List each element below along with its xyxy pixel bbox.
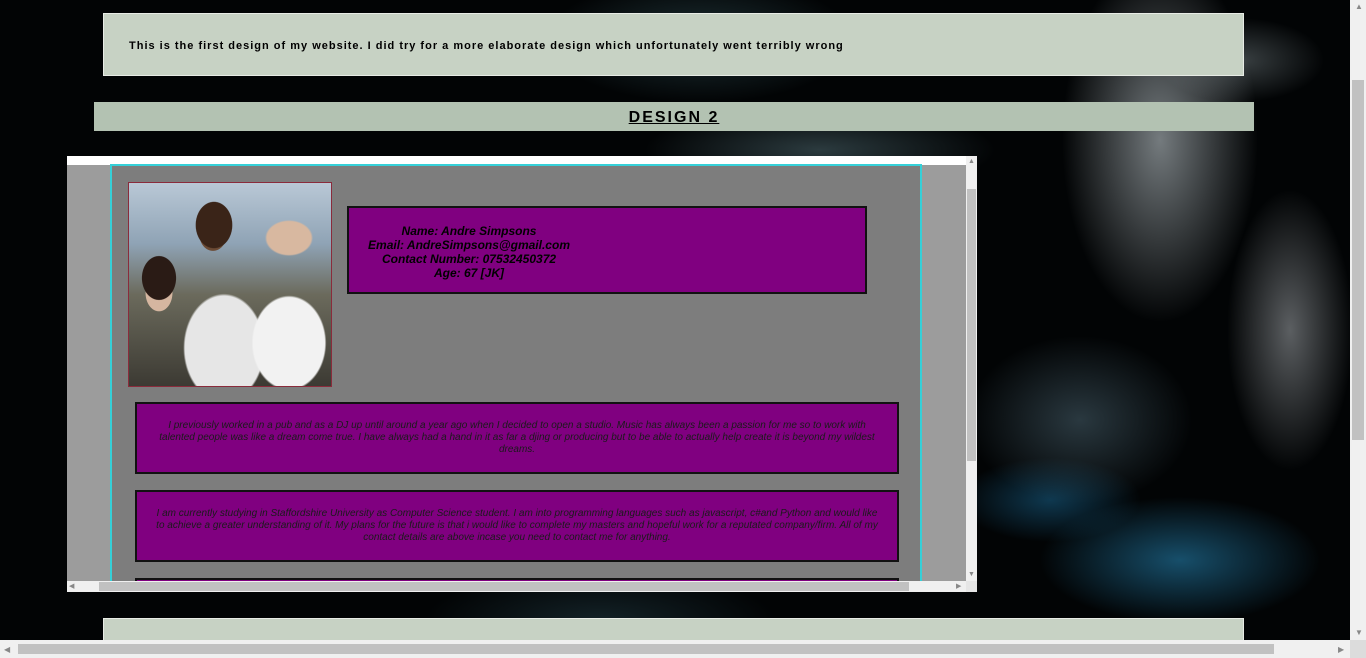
age-text: Age: 67 [JK] <box>433 266 504 280</box>
page-vertical-scrollbar[interactable]: ▲ ▼ <box>1350 0 1366 640</box>
scroll-left-arrow-icon[interactable]: ◀ <box>69 582 74 591</box>
study-paragraph: I am currently studying in Staffordshire… <box>156 508 878 543</box>
bio-paragraph: I previously worked in a pub and as a DJ… <box>159 420 875 455</box>
page-scroll-left-icon[interactable]: ◀ <box>4 645 10 654</box>
embedded-frame[interactable]: Name: Andre Simpsons Email: AndreSimpson… <box>67 156 977 592</box>
intro-text: This is the first design of my website. … <box>129 40 844 52</box>
page-vertical-scroll-thumb[interactable] <box>1352 80 1364 440</box>
email-text: Email: AndreSimpsons@gmail.com <box>368 238 570 252</box>
content-panel: Name: Andre Simpsons Email: AndreSimpson… <box>110 164 922 581</box>
page-scroll-up-icon[interactable]: ▲ <box>1355 2 1363 11</box>
frame-scroll-corner <box>966 581 977 592</box>
profile-photo <box>128 182 332 387</box>
design-title: DESIGN 2 <box>628 109 720 126</box>
frame-vertical-scroll-thumb[interactable] <box>967 189 976 461</box>
page-scroll-corner <box>1350 640 1366 658</box>
frame-horizontal-scroll-thumb[interactable] <box>99 582 909 591</box>
intro-banner: This is the first design of my website. … <box>103 13 1244 76</box>
contact-info-lines: Name: Andre Simpsons Email: AndreSimpson… <box>365 224 573 280</box>
scroll-right-arrow-icon[interactable]: ▶ <box>956 582 961 591</box>
scroll-down-arrow-icon[interactable]: ▼ <box>968 570 975 579</box>
page-horizontal-scrollbar[interactable]: ◀ ▶ <box>0 640 1350 658</box>
page-scroll-right-icon[interactable]: ▶ <box>1338 645 1344 654</box>
contact-info-box: Name: Andre Simpsons Email: AndreSimpson… <box>347 206 867 294</box>
design-heading-bar: DESIGN 2 <box>94 102 1254 131</box>
frame-viewport: Name: Andre Simpsons Email: AndreSimpson… <box>67 156 966 581</box>
study-paragraph-box: I am currently studying in Staffordshire… <box>135 490 899 562</box>
frame-horizontal-scrollbar[interactable]: ◀ ▶ <box>67 581 966 592</box>
frame-vertical-scrollbar[interactable]: ▲ ▼ <box>966 156 977 581</box>
name-text: Name: Andre Simpsons <box>401 224 537 238</box>
scroll-up-arrow-icon[interactable]: ▲ <box>968 157 975 166</box>
bio-paragraph-box: I previously worked in a pub and as a DJ… <box>135 402 899 474</box>
page-scroll-down-icon[interactable]: ▼ <box>1355 628 1363 637</box>
page-horizontal-scroll-thumb[interactable] <box>18 644 1274 654</box>
phone-text: Contact Number: 07532450372 <box>381 252 557 266</box>
